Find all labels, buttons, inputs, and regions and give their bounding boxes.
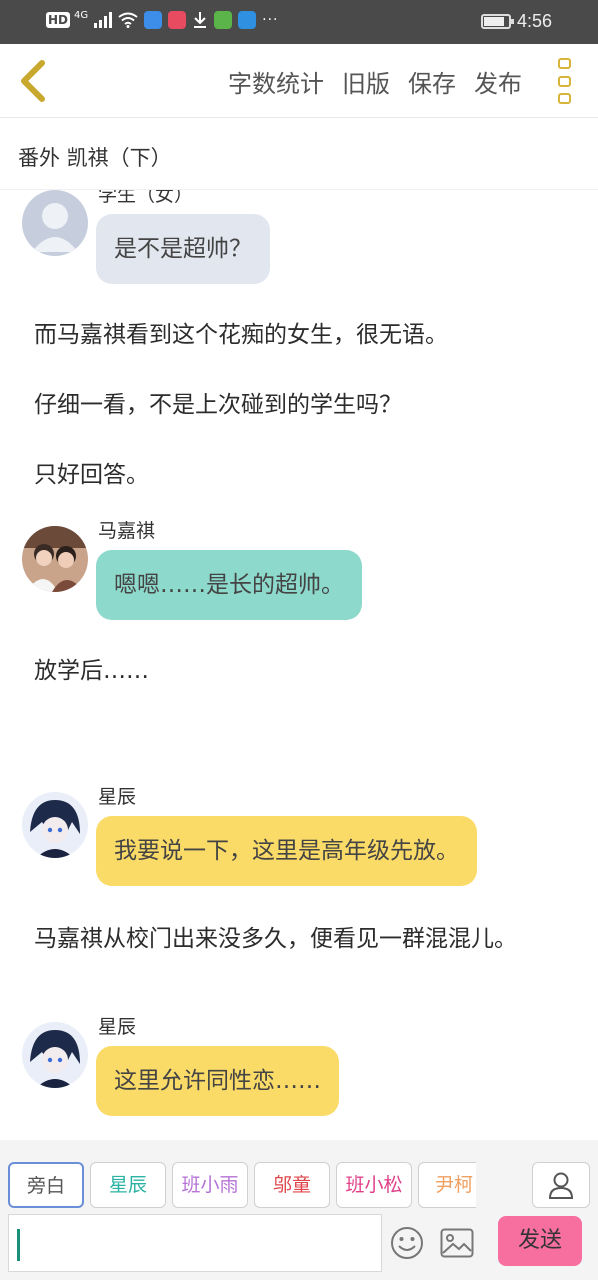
person-icon — [548, 1172, 574, 1199]
clock: 4:56 — [516, 11, 552, 31]
network-type: 4G — [74, 10, 89, 21]
avatar[interactable] — [22, 1022, 88, 1088]
narration-text[interactable]: 放学后…… — [34, 654, 554, 688]
chapter-title-bar[interactable]: 番外 凯祺（下） — [0, 118, 598, 190]
wifi-icon — [118, 12, 138, 28]
send-button[interactable]: 发送 — [498, 1216, 582, 1266]
character-chip-narration[interactable]: 旁白 — [8, 1162, 84, 1208]
notification-app-icon — [144, 11, 163, 29]
emoji-icon[interactable] — [390, 1226, 424, 1260]
old-version-button[interactable]: 旧版 — [342, 64, 390, 99]
photo-avatar-icon — [22, 526, 88, 592]
avatar[interactable] — [22, 190, 88, 256]
signal-icon — [94, 12, 113, 28]
image-icon[interactable] — [440, 1228, 474, 1258]
narration-text[interactable]: 只好回答。 — [34, 458, 554, 492]
character-chip-banxiaosong[interactable]: 班小松 — [336, 1162, 412, 1208]
anime-avatar-icon — [22, 792, 88, 858]
notification-app-icon — [168, 11, 187, 29]
character-chip-yinke[interactable]: 尹柯 — [418, 1162, 476, 1208]
message-bubble[interactable]: 我要说一下，这里是高年级先放。 — [96, 816, 477, 886]
default-avatar-icon — [32, 203, 78, 252]
message-bubble[interactable]: 这里允许同性恋…… — [96, 1046, 339, 1116]
message-input[interactable] — [8, 1214, 382, 1272]
character-chip-xingchen[interactable]: 星辰 — [90, 1162, 166, 1208]
hd-indicator: HD — [46, 12, 71, 28]
notification-app-icon — [214, 11, 233, 29]
notification-app-icon — [238, 11, 257, 29]
message-bubble[interactable]: 是不是超帅？ — [96, 214, 270, 284]
narration-text[interactable]: 仔细一看，不是上次碰到的学生吗？ — [34, 388, 554, 422]
more-notifications-icon: ··· — [262, 12, 279, 28]
composer-panel: 旁白 星辰 班小雨 邬童 班小松 尹柯 发送 — [0, 1140, 598, 1280]
avatar[interactable] — [22, 792, 88, 858]
anime-avatar-icon — [22, 1022, 88, 1088]
publish-button[interactable]: 发布 — [474, 64, 522, 99]
message-bubble[interactable]: 嗯嗯……是长的超帅。 — [96, 550, 362, 620]
manage-characters-button[interactable] — [532, 1162, 590, 1208]
avatar[interactable] — [22, 526, 88, 592]
battery-icon — [480, 14, 514, 29]
character-chip-wutong[interactable]: 邬童 — [254, 1162, 330, 1208]
narration-text[interactable]: 马嘉祺从校门出来没多久，便看见一群混混儿。 — [34, 922, 554, 956]
speaker-name: 马嘉祺 — [98, 520, 156, 542]
character-selector: 旁白 星辰 班小雨 邬童 班小松 尹柯 — [8, 1162, 528, 1210]
character-chip-banxiaoyu[interactable]: 班小雨 — [172, 1162, 248, 1208]
text-cursor — [17, 1229, 20, 1261]
speaker-name: 星辰 — [98, 1016, 137, 1038]
word-count-button[interactable]: 字数统计 — [228, 64, 324, 99]
speaker-name: 星辰 — [98, 786, 137, 808]
status-bar: HD 4G ··· 4:56 — [0, 0, 598, 44]
chapter-title: 番外 凯祺（下） — [18, 146, 172, 170]
editor-toolbar: 字数统计 旧版 保存 发布 — [0, 44, 598, 118]
download-icon — [194, 12, 207, 28]
story-content[interactable]: 学生（女） 是不是超帅？ 而马嘉祺看到这个花痴的女生，很无语。 仔细一看，不是上… — [0, 190, 598, 1140]
narration-text[interactable]: 而马嘉祺看到这个花痴的女生，很无语。 — [34, 318, 554, 352]
more-menu-icon[interactable] — [558, 58, 572, 104]
speaker-name: 学生（女） — [98, 190, 194, 206]
back-arrow-icon[interactable] — [14, 58, 50, 104]
save-button[interactable]: 保存 — [408, 64, 456, 99]
